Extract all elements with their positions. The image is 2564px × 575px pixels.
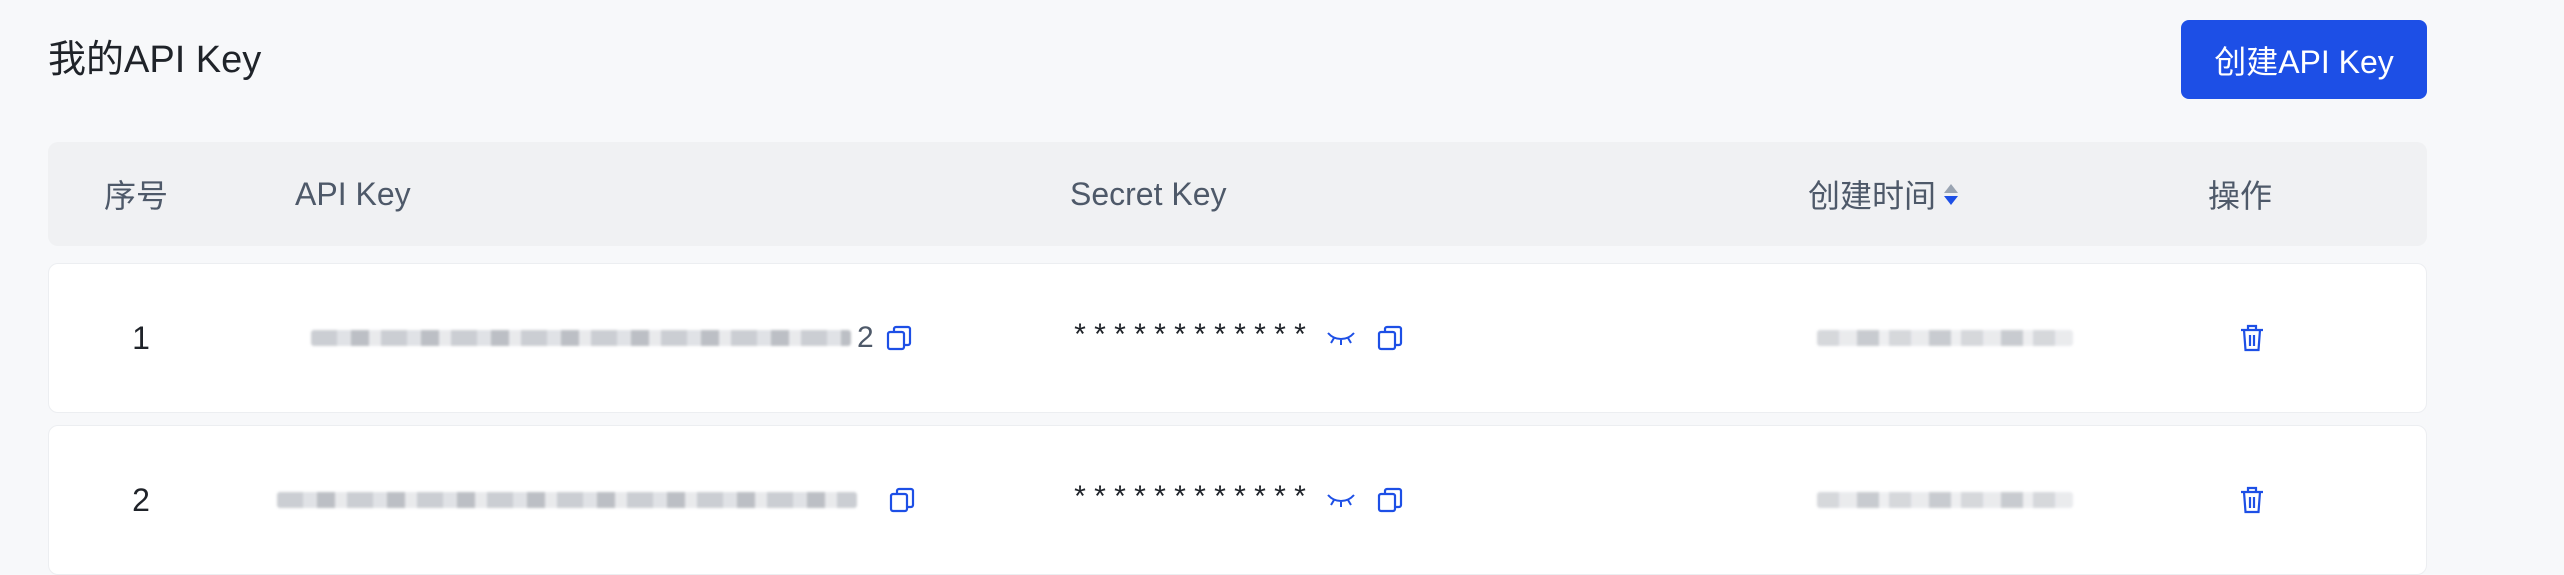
eye-closed-icon[interactable] bbox=[1325, 490, 1357, 510]
created-at-cell bbox=[1817, 264, 2073, 412]
secret-key-cell: ************ bbox=[1071, 426, 1405, 574]
row-index: 2 bbox=[132, 481, 150, 518]
trash-icon[interactable] bbox=[2237, 322, 2267, 354]
created-at-redacted bbox=[1817, 330, 2073, 346]
column-header-created-at-label: 创建时间 bbox=[1808, 178, 1937, 214]
secret-key-masked: ************ bbox=[1071, 321, 1312, 355]
actions-cell bbox=[2237, 264, 2267, 412]
trash-icon[interactable] bbox=[2237, 484, 2267, 516]
sort-icon[interactable] bbox=[1944, 183, 1959, 205]
copy-icon[interactable] bbox=[884, 323, 914, 353]
secret-key-cell: ************ bbox=[1071, 264, 1405, 412]
table-row: 2 ************ bbox=[48, 425, 2427, 575]
column-header-secret-key: Secret Key bbox=[1070, 175, 1227, 212]
create-api-key-button[interactable]: 创建API Key bbox=[2181, 20, 2427, 99]
column-header-actions: 操作 bbox=[2208, 178, 2273, 214]
api-key-redacted bbox=[277, 492, 857, 508]
api-key-redacted bbox=[311, 330, 851, 346]
column-header-created-at[interactable]: 创建时间 bbox=[1808, 142, 1959, 246]
api-key-cell: 2 bbox=[311, 264, 914, 412]
created-at-cell bbox=[1817, 426, 2073, 574]
api-key-cell bbox=[277, 426, 917, 574]
copy-icon[interactable] bbox=[1375, 485, 1405, 515]
api-key-tail: 2 bbox=[857, 321, 874, 354]
row-index: 1 bbox=[132, 319, 150, 356]
copy-icon[interactable] bbox=[887, 485, 917, 515]
table-header: 序号 API Key Secret Key 创建时间 操作 bbox=[48, 142, 2427, 246]
table-row: 1 2 ************ bbox=[48, 263, 2427, 413]
secret-key-masked: ************ bbox=[1071, 483, 1312, 517]
actions-cell bbox=[2237, 426, 2267, 574]
eye-closed-icon[interactable] bbox=[1325, 328, 1357, 348]
column-header-index: 序号 bbox=[104, 178, 169, 214]
copy-icon[interactable] bbox=[1375, 323, 1405, 353]
column-header-api-key: API Key bbox=[295, 175, 411, 212]
created-at-redacted bbox=[1817, 492, 2073, 508]
page-title: 我的API Key bbox=[48, 39, 262, 81]
